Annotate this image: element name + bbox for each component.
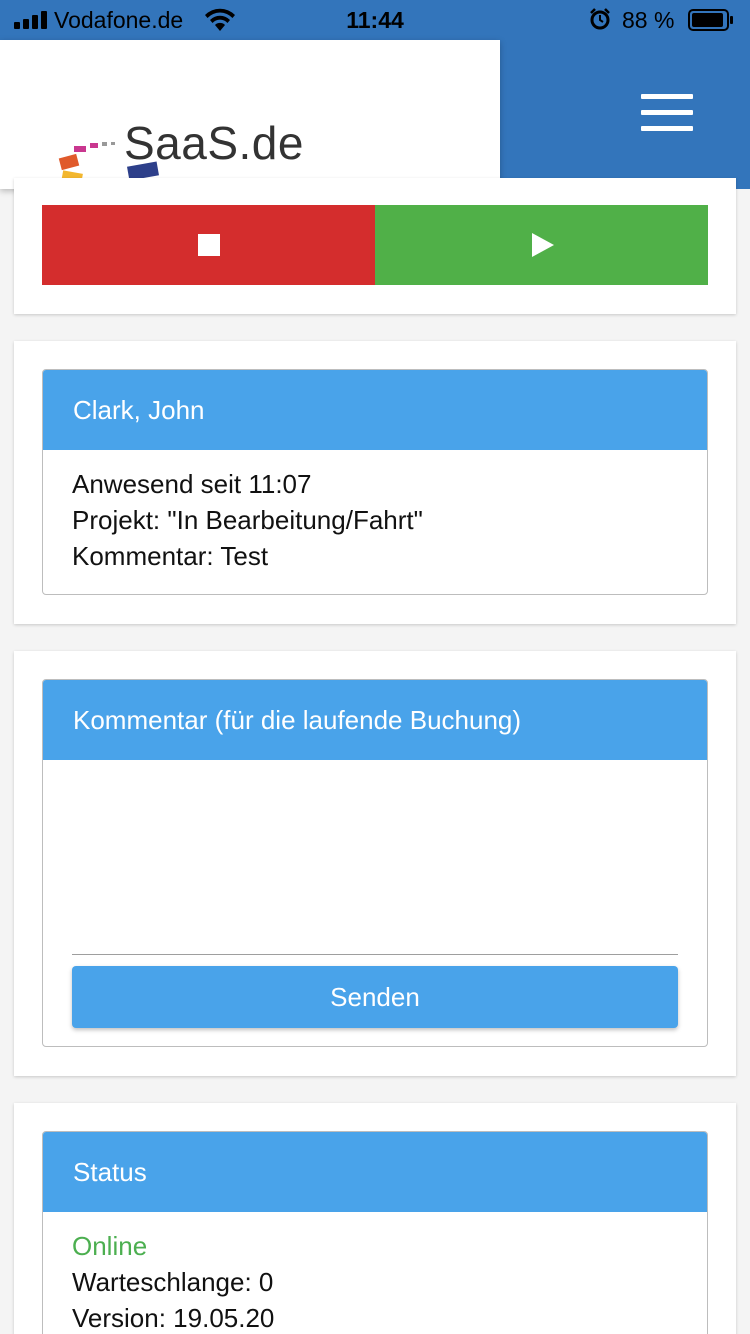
present-since: Anwesend seit 11:07 [72, 469, 312, 499]
status-details: Online Warteschlange: 0 Version: 19.05.2… [43, 1212, 707, 1334]
status-card: Status Online Warteschlange: 0 Version: … [14, 1103, 736, 1334]
battery-percent: 88 % [622, 7, 675, 33]
start-button[interactable] [375, 205, 708, 285]
play-icon [531, 233, 554, 257]
logo-name: SaaS [124, 117, 239, 169]
stop-icon [197, 234, 220, 256]
status-panel-title: Status [43, 1132, 707, 1212]
comment-panel-title: Kommentar (für die laufende Buchung) [43, 680, 707, 760]
logo-text: SaaS.de [124, 116, 304, 170]
employee-card: Clark, John Anwesend seit 11:07 Projekt:… [14, 341, 736, 624]
battery-icon [688, 9, 733, 31]
employee-details: Anwesend seit 11:07 Projekt: "In Bearbei… [43, 450, 707, 574]
comment-info: Kommentar: Test [72, 541, 269, 571]
status-panel: Status Online Warteschlange: 0 Version: … [42, 1131, 708, 1334]
project-info: Projekt: "In Bearbeitung/Fahrt" [72, 505, 423, 535]
comment-panel: Kommentar (für die laufende Buchung) Sen… [42, 679, 708, 1047]
employee-name: Clark, John [43, 370, 707, 450]
comment-card: Kommentar (für die laufende Buchung) Sen… [14, 651, 736, 1076]
app-header: Vodafone.de 11:44 88 % SaaS.de [0, 0, 750, 196]
send-button[interactable]: Senden [72, 966, 678, 1028]
controls-card [14, 178, 736, 314]
time-controls [42, 205, 708, 285]
employee-panel: Clark, John Anwesend seit 11:07 Projekt:… [42, 369, 708, 595]
stop-button[interactable] [42, 205, 375, 285]
version-info: Version: 19.05.20 [72, 1303, 275, 1333]
hamburger-menu-icon[interactable] [634, 88, 700, 136]
logo-container[interactable]: SaaS.de [0, 40, 500, 196]
logo-suffix: .de [238, 117, 304, 169]
status-bar: Vodafone.de 11:44 88 % [0, 0, 750, 40]
alarm-icon [590, 8, 610, 30]
comment-input[interactable] [72, 760, 678, 955]
queue-status: Warteschlange: 0 [72, 1267, 274, 1297]
online-status: Online [72, 1231, 148, 1261]
